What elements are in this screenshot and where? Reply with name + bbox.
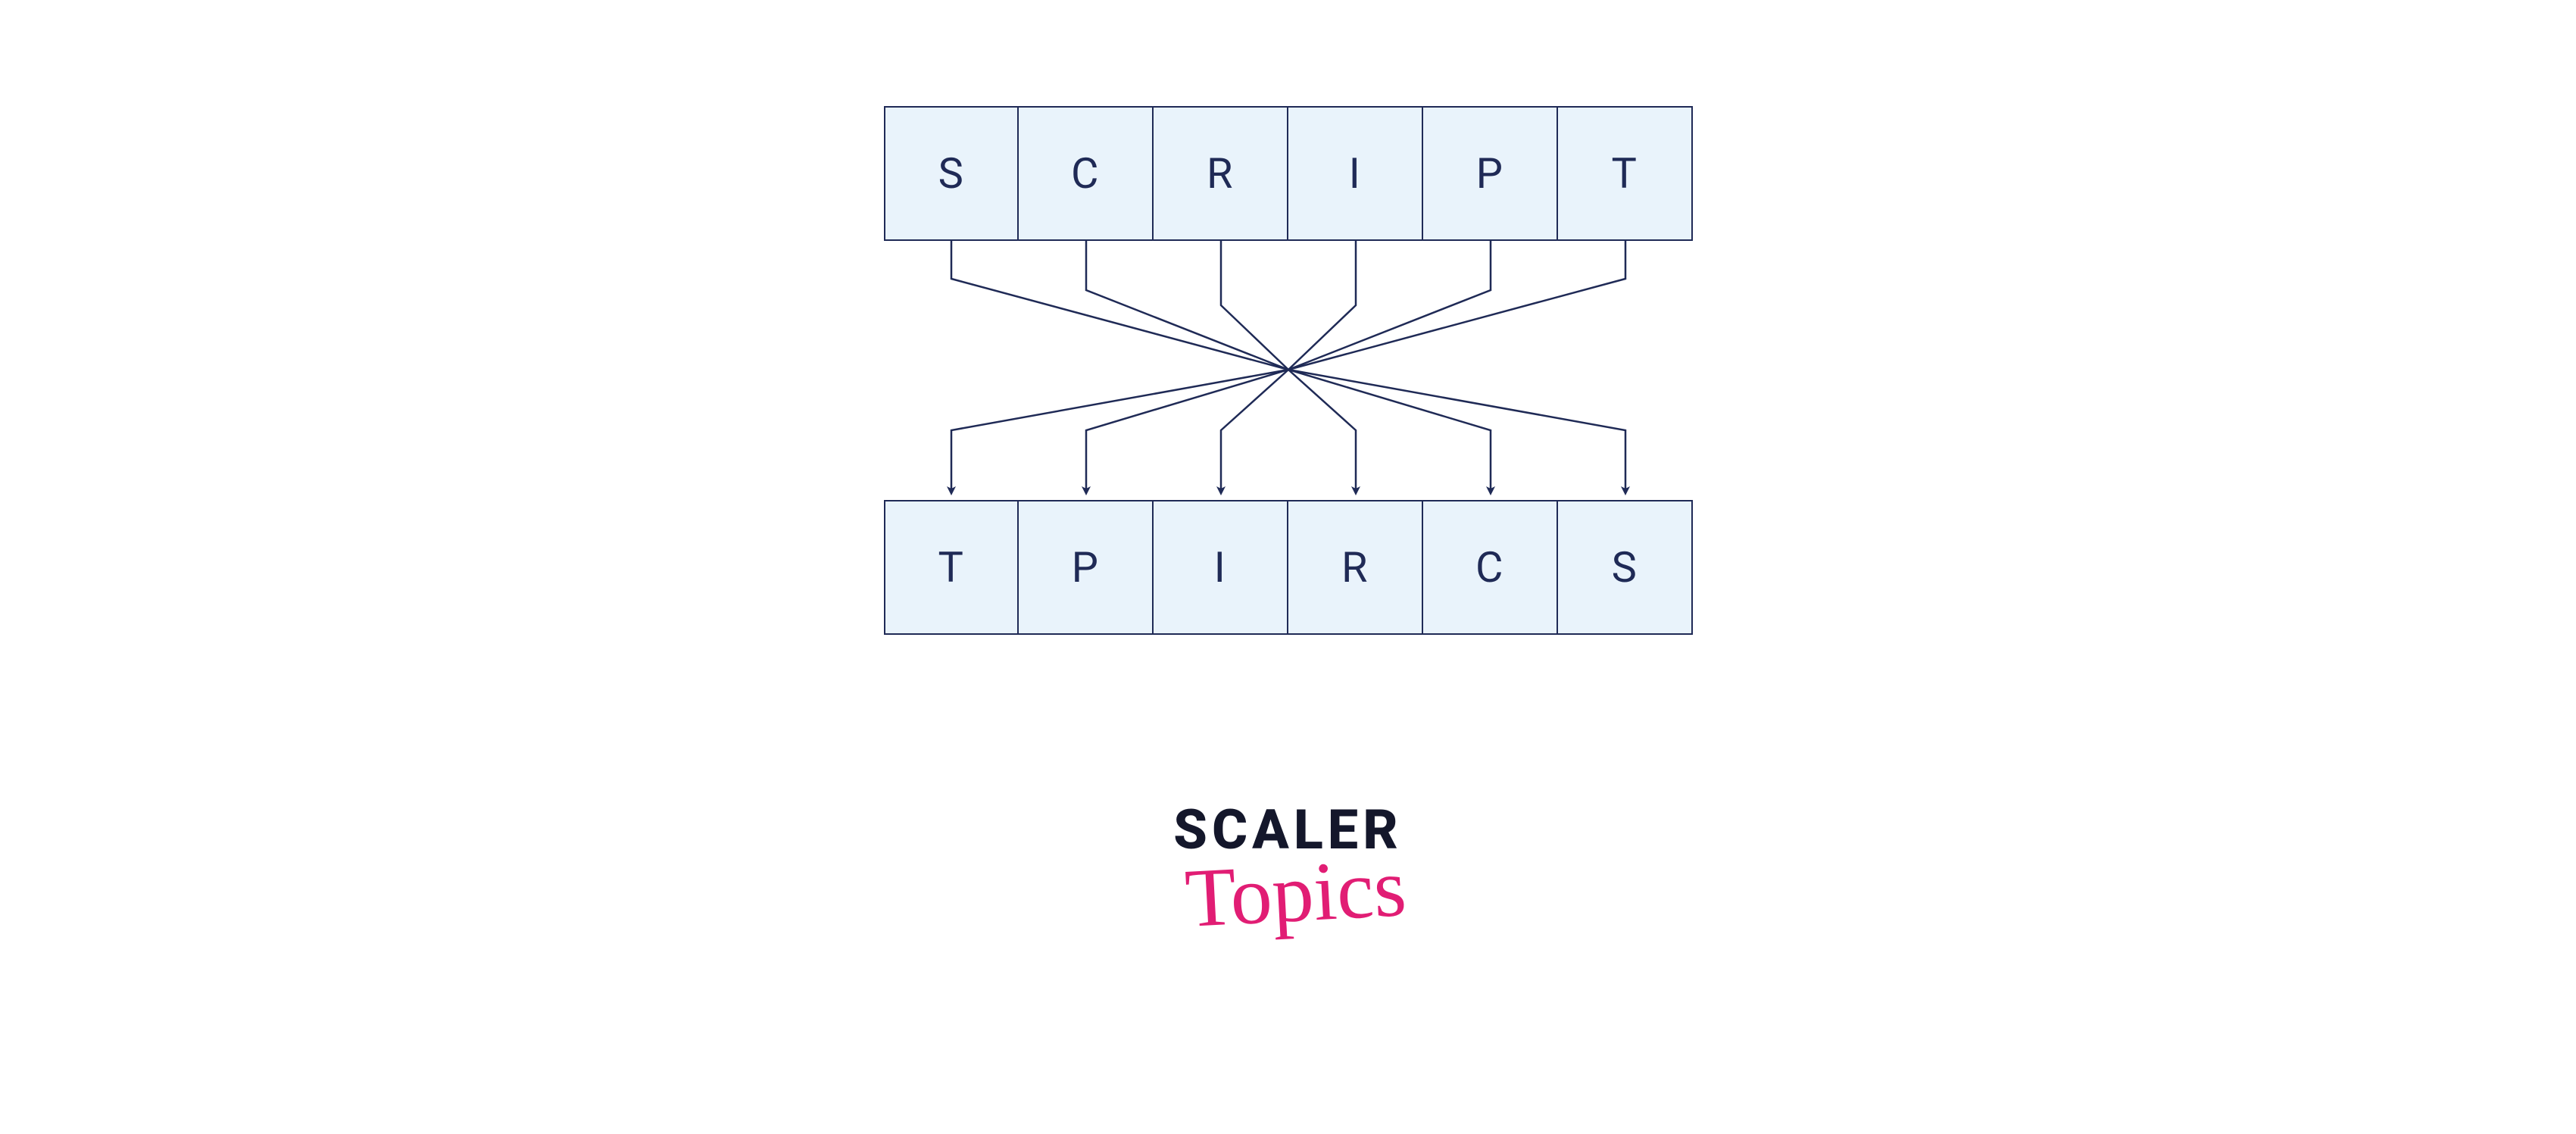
bottom-cell-3: R [1288, 500, 1423, 635]
brand-subtitle: Topics [1183, 845, 1408, 940]
bottom-cell-1: P [1019, 500, 1154, 635]
bottom-cell-2: I [1154, 500, 1288, 635]
top-cell-1: C [1019, 106, 1154, 241]
top-cell-4: P [1423, 106, 1558, 241]
top-cell-0: S [884, 106, 1019, 241]
top-cell-2: R [1154, 106, 1288, 241]
bottom-cell-5: S [1558, 500, 1693, 635]
top-cell-5: T [1558, 106, 1693, 241]
diagram-canvas: S C R I P T T P [758, 0, 1819, 1134]
brand-logo: SCALER Topics [1173, 803, 1402, 935]
top-cell-3: I [1288, 106, 1423, 241]
bottom-cell-4: C [1423, 500, 1558, 635]
bottom-letter-row: T P I R C S [884, 500, 1693, 635]
top-letter-row: S C R I P T [884, 106, 1693, 241]
bottom-cell-0: T [884, 500, 1019, 635]
reverse-mapping-arrows [884, 241, 1693, 500]
